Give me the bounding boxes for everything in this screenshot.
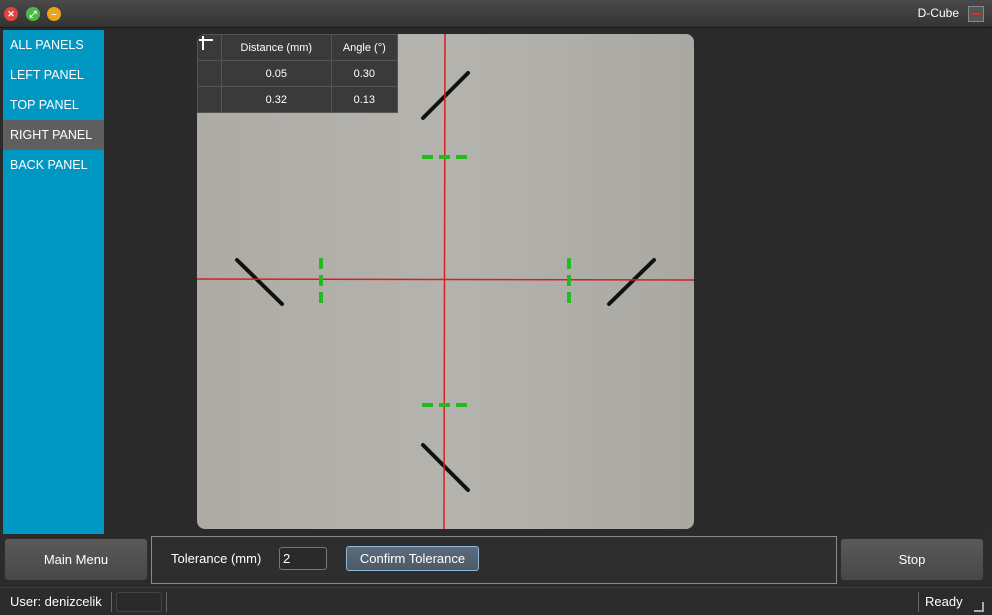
table-header-row: Distance (mm) Angle (°) [197, 34, 399, 61]
camera-viewport: Distance (mm) Angle (°) 0.05 0.30 0.32 0… [105, 30, 987, 534]
confirm-tolerance-button[interactable]: Confirm Tolerance [346, 546, 479, 571]
header-angle: Angle (°) [330, 34, 399, 61]
panel-sidebar: ALL PANELS LEFT PANEL TOP PANEL RIGHT PA… [3, 30, 104, 534]
title-bar: ✕ ⤢ – D-Cube [0, 0, 992, 28]
main-menu-button[interactable]: Main Menu [4, 538, 148, 581]
distance-value: 0.32 [221, 86, 332, 113]
stop-button[interactable]: Stop [840, 538, 984, 581]
table-row: 0.05 0.30 [197, 35, 399, 87]
sidebar-item-back-panel[interactable]: BACK PANEL [3, 150, 104, 180]
status-text: Ready [925, 594, 963, 609]
tolerance-group: Tolerance (mm) Confirm Tolerance [151, 536, 837, 584]
panel-camera-image: Distance (mm) Angle (°) 0.05 0.30 0.32 0… [197, 34, 694, 529]
resize-grip-icon[interactable] [974, 602, 984, 612]
edge-mark-bottom [421, 443, 470, 492]
sidebar-item-top-panel[interactable]: TOP PANEL [3, 90, 104, 120]
window-title: D-Cube [917, 6, 959, 20]
green-marker-left [319, 258, 323, 303]
status-divider [111, 592, 112, 612]
user-label: User: denizcelik [10, 594, 102, 609]
measurement-table: Distance (mm) Angle (°) 0.05 0.30 0.32 0… [197, 34, 399, 113]
minimize-icon[interactable]: – [47, 7, 61, 21]
edge-mark-left [235, 258, 284, 306]
vertical-bar-icon [197, 35, 222, 87]
crosshair-vertical [443, 34, 446, 529]
tolerance-label: Tolerance (mm) [171, 551, 262, 566]
green-marker-right [567, 258, 571, 303]
sidebar-item-all-panels[interactable]: ALL PANELS [3, 30, 104, 60]
edge-mark-right [607, 258, 656, 306]
angle-value: 0.30 [330, 60, 399, 87]
window-edge [988, 28, 992, 587]
tolerance-input[interactable] [279, 547, 327, 570]
table-row: 0.32 0.13 [197, 38, 399, 113]
maximize-icon[interactable]: ⤢ [26, 7, 40, 21]
crosshair-horizontal [197, 278, 694, 281]
status-slot [116, 592, 162, 612]
green-marker-top [422, 155, 467, 159]
angle-value: 0.13 [330, 86, 399, 113]
horizontal-bar-icon [197, 38, 222, 113]
status-divider [166, 592, 167, 612]
status-divider [918, 592, 919, 612]
distance-value: 0.05 [221, 60, 332, 87]
sidebar-item-left-panel[interactable]: LEFT PANEL [3, 60, 104, 90]
app-icon [968, 6, 984, 22]
header-distance: Distance (mm) [221, 34, 332, 61]
close-icon[interactable]: ✕ [4, 7, 18, 21]
sidebar-item-right-panel[interactable]: RIGHT PANEL [3, 120, 104, 150]
green-marker-bottom [422, 403, 467, 407]
status-bar: User: denizcelik Ready [0, 587, 992, 615]
